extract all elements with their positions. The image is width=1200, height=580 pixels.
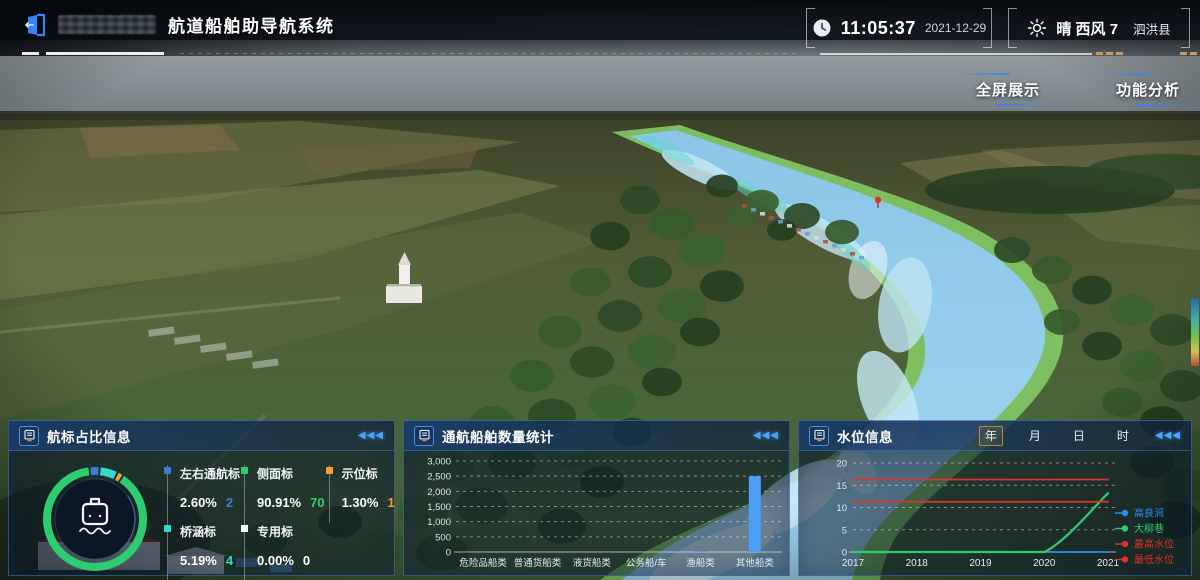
svg-text:3,000: 3,000 <box>427 457 451 468</box>
legend-swatch <box>164 525 171 532</box>
svg-text:大柳巷: 大柳巷 <box>1134 522 1164 535</box>
panel-header: 通航船舶数量统计 ◀◀◀ <box>404 421 789 451</box>
svg-text:其他船类: 其他船类 <box>736 557 775 569</box>
legend-swatch <box>326 467 333 474</box>
report-icon <box>812 428 827 443</box>
legend-swatch <box>241 525 248 532</box>
weather-summary: 晴 西风 7 <box>1056 18 1118 39</box>
svg-text:2018: 2018 <box>906 558 929 569</box>
stat-item: 侧面标 90.91%70 <box>244 465 325 523</box>
beacon-ratio-panel: 航标占比信息 ◀◀◀ 左右通航标 2.60%2 侧面标 90.91%70 示位标… <box>8 420 395 576</box>
decor-dotted-line <box>180 53 800 54</box>
panel-title: 航标占比信息 <box>47 426 131 446</box>
collapse-chevrons-icon[interactable]: ◀◀◀ <box>1155 430 1181 441</box>
collapse-chevrons-icon[interactable]: ◀◀◀ <box>358 430 384 441</box>
function-analysis-button[interactable]: 功能分析 <box>1114 77 1182 102</box>
tab-month[interactable]: 月 <box>1023 426 1047 446</box>
panel-title: 通航船舶数量统计 <box>442 426 554 446</box>
water-level-line-chart: 0510152020172018201920202021高良涧大柳巷最高水位最低… <box>803 455 1189 575</box>
svg-text:普通货船类: 普通货船类 <box>514 557 562 569</box>
svg-text:公务船/车: 公务船/车 <box>626 557 667 569</box>
stat-item: 示位标 1.30%1 <box>329 465 395 523</box>
svg-text:500: 500 <box>435 532 451 543</box>
legend-swatch <box>241 467 248 474</box>
bracket-decor <box>1181 8 1190 48</box>
svg-text:2020: 2020 <box>1033 558 1056 569</box>
svg-text:2019: 2019 <box>969 558 992 569</box>
tab-year[interactable]: 年 <box>979 426 1003 446</box>
time-granularity-tabs: 年 月 日 时 <box>979 426 1135 446</box>
svg-text:0: 0 <box>446 548 451 559</box>
fullscreen-button[interactable]: 全屏展示 <box>974 77 1042 102</box>
panel-icon-box <box>19 426 39 446</box>
title-underline <box>22 52 39 55</box>
svg-text:20: 20 <box>836 459 847 470</box>
stat-item: 左右通航标 2.60%2 <box>167 465 240 523</box>
tab-hour[interactable]: 时 <box>1111 426 1135 446</box>
report-icon <box>22 428 37 443</box>
bracket-decor <box>983 8 992 48</box>
svg-text:最低水位: 最低水位 <box>1134 553 1174 566</box>
panel-header: 水位信息 年 月 日 时 ◀◀◀ <box>799 421 1191 451</box>
svg-text:渔船类: 渔船类 <box>686 557 715 569</box>
svg-text:1,000: 1,000 <box>427 517 451 528</box>
svg-text:危险品船类: 危险品船类 <box>459 557 507 569</box>
stat-item: 专用标 0.00%0 <box>244 523 325 580</box>
weather-group: 晴 西风 7 泗洪县 <box>1008 8 1190 48</box>
svg-text:液货船类: 液货船类 <box>573 557 612 569</box>
svg-text:高良涧: 高良涧 <box>1134 507 1164 520</box>
brand: 航道船舶助导航系统 <box>24 12 335 37</box>
location-label: 泗洪县 <box>1133 19 1171 38</box>
decor-dash <box>1180 52 1187 55</box>
time-group: 11:05:37 2021-12-29 <box>806 8 992 48</box>
dashboard-stage: 航道船舶助导航系统 11:05:37 2021-12-29 <box>0 0 1200 580</box>
decor-dash <box>1106 52 1113 55</box>
svg-text:2,500: 2,500 <box>427 472 451 483</box>
svg-text:5: 5 <box>842 525 847 536</box>
beacon-stats-grid: 左右通航标 2.60%2 侧面标 90.91%70 示位标 1.30%1 桥涵标… <box>167 465 388 580</box>
system-title: 航道船舶助导航系统 <box>168 12 335 37</box>
collapse-chevrons-icon[interactable]: ◀◀◀ <box>753 430 779 441</box>
decor-dash <box>1096 52 1103 55</box>
svg-text:0: 0 <box>842 548 847 559</box>
beacon-donut-chart <box>33 457 157 580</box>
sun-icon <box>1027 18 1047 38</box>
svg-text:2017: 2017 <box>842 558 865 569</box>
tab-day[interactable]: 日 <box>1067 426 1091 446</box>
decor-line <box>820 53 1092 55</box>
svg-text:最高水位: 最高水位 <box>1134 538 1174 551</box>
bracket-decor <box>806 8 815 48</box>
legend-swatch <box>164 467 171 474</box>
depth-legend-strip <box>1191 298 1199 366</box>
title-underline <box>46 52 164 55</box>
svg-text:15: 15 <box>836 481 847 492</box>
ship-count-bar-chart: 0 500 1,000 1,500 2,000 2,500 3,000 危险品船类普通货船类液… <box>408 455 787 575</box>
panel-icon-box <box>809 426 829 446</box>
svg-text:10: 10 <box>836 503 847 514</box>
panel-header: 航标占比信息 ◀◀◀ <box>9 421 394 451</box>
svg-text:2,000: 2,000 <box>427 487 451 498</box>
redacted-text <box>58 15 156 34</box>
current-time: 11:05:37 <box>841 18 916 39</box>
stat-item: 桥涵标 5.19%4 <box>167 523 240 580</box>
current-date: 2021-12-29 <box>925 21 986 35</box>
panel-icon-box <box>414 426 434 446</box>
exit-door-logo-icon <box>24 13 46 37</box>
svg-text:1,500: 1,500 <box>427 502 451 513</box>
panel-title: 水位信息 <box>837 426 893 446</box>
decor-dash <box>1116 52 1123 55</box>
ship-count-panel: 通航船舶数量统计 ◀◀◀ 0 500 1,000 1,500 2,000 2,500 3,0… <box>403 420 790 576</box>
decor-dash <box>1190 52 1197 55</box>
bracket-decor <box>1008 8 1017 48</box>
water-level-panel: 水位信息 年 月 日 时 ◀◀◀ 0 5 10 15 20 2017 2018 2019 202… <box>798 420 1192 576</box>
report-icon <box>417 428 432 443</box>
top-bar: 航道船舶助导航系统 11:05:37 2021-12-29 <box>0 0 1200 56</box>
